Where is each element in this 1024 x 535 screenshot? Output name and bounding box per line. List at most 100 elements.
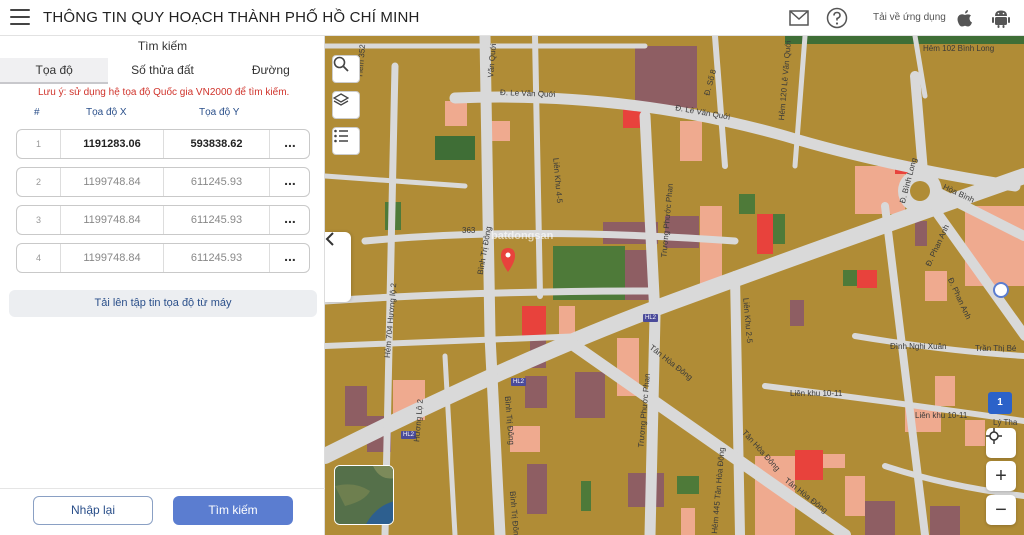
- chevron-left-icon: [325, 232, 334, 246]
- parcel-pink: [445, 101, 467, 126]
- menu-icon[interactable]: [10, 9, 30, 25]
- row-index: 2: [17, 168, 61, 196]
- map-layers-button[interactable]: [332, 91, 360, 119]
- help-icon[interactable]: [826, 7, 848, 29]
- row-more-button[interactable]: ...: [270, 244, 310, 272]
- panel-divider: [0, 488, 325, 489]
- coordinate-row: 3 1199748.84 611245.93 ...: [16, 205, 310, 235]
- street-label: Liên khu 10-11: [915, 411, 968, 420]
- basemap-switcher[interactable]: [334, 465, 394, 525]
- position-marker-icon: [993, 282, 1009, 298]
- column-header-y: Tọa độ Y: [199, 107, 240, 118]
- coordinate-system-note: Lưu ý: sử dụng hệ tọa độ Quốc gia VN2000…: [38, 87, 290, 98]
- row-more-button[interactable]: ...: [270, 206, 310, 234]
- satellite-thumbnail: [335, 466, 393, 524]
- coordinate-row: 1 1191283.06 593838.62 ...: [16, 129, 310, 159]
- location-pin-icon: [501, 248, 515, 272]
- x-coordinate-input[interactable]: 1199748.84: [61, 244, 164, 272]
- map-search-button[interactable]: [332, 55, 360, 83]
- street-label: 363: [462, 226, 476, 235]
- parcel-green: [677, 476, 699, 494]
- parcel-pink: [935, 376, 955, 406]
- planning-map[interactable]: HL2 HL2 HL2 Đ. Le Văn Quới Đ. Lê Văn Quớ…: [325, 36, 1024, 535]
- parcel-mauve: [930, 506, 960, 535]
- road-badge-hl2: HL2: [643, 314, 659, 322]
- download-app-label: Tải về ứng dụng: [873, 12, 946, 23]
- x-coordinate-input[interactable]: 1199748.84: [61, 206, 164, 234]
- road-badge-hl2: HL2: [511, 378, 527, 386]
- street-label: Trần Thị Bé: [975, 344, 1017, 353]
- parcel-mauve: [575, 372, 605, 418]
- parcel-pink: [823, 454, 845, 468]
- map-legend-button[interactable]: [332, 127, 360, 155]
- mail-icon[interactable]: [789, 9, 809, 27]
- parcel-pink: [845, 476, 865, 516]
- watermark-logo: batdongsan: [491, 230, 554, 242]
- parcel-pink: [925, 271, 947, 301]
- y-coordinate-input[interactable]: 611245.93: [164, 206, 270, 234]
- parcel-pink: [680, 121, 702, 161]
- row-index: 4: [17, 244, 61, 272]
- street-label: Hẻm 102 Bình Long: [923, 44, 995, 53]
- search-icon: [333, 56, 349, 72]
- search-panel: Tìm kiếm Tọa độ Số thửa đất Đường Lưu ý:…: [0, 36, 325, 535]
- panel-title: Tìm kiếm: [137, 39, 188, 53]
- list-icon: [334, 129, 348, 143]
- parcel-pink: [965, 420, 985, 446]
- parcel-green: [843, 270, 857, 286]
- y-coordinate-input[interactable]: 611245.93: [164, 244, 270, 272]
- street-label: Đ. Le Văn Quới: [499, 88, 556, 99]
- x-coordinate-input[interactable]: 1199748.84: [61, 168, 164, 196]
- parcel-green: [739, 194, 755, 214]
- upload-coordinates-button[interactable]: Tải lên tập tin tọa độ từ máy: [9, 290, 317, 317]
- street-label: Đình Nghi Xuân: [890, 342, 947, 351]
- search-button[interactable]: Tìm kiếm: [173, 496, 293, 525]
- reset-button[interactable]: Nhập lại: [33, 496, 153, 525]
- parcel-green: [435, 136, 475, 160]
- location-pin-dot: [505, 252, 511, 258]
- parcel-mauve: [635, 46, 697, 108]
- row-index: 3: [17, 206, 61, 234]
- column-header-x: Tọa độ X: [86, 107, 127, 118]
- android-icon[interactable]: [991, 7, 1011, 29]
- parcel-pink: [681, 508, 695, 535]
- zoom-out-button[interactable]: −: [986, 495, 1016, 525]
- row-index: 1: [17, 130, 61, 158]
- parcel-mauve: [527, 464, 547, 514]
- parcel-mauve: [790, 300, 804, 326]
- parcel-green: [581, 481, 591, 511]
- parcel-red: [795, 450, 823, 480]
- parcel-red: [857, 270, 877, 288]
- tab-coordinates[interactable]: Tọa độ: [0, 58, 109, 84]
- y-coordinate-input[interactable]: 611245.93: [164, 168, 270, 196]
- coordinate-row: 4 1199748.84 611245.93 ...: [16, 243, 310, 273]
- layers-icon: [333, 93, 349, 106]
- street-label: Liên khu 10-11: [790, 389, 843, 398]
- y-coordinate-input[interactable]: 593838.62: [164, 130, 270, 158]
- zoom-in-button[interactable]: +: [986, 461, 1016, 491]
- column-header-index: #: [34, 107, 40, 118]
- parcel-mauve: [865, 501, 895, 535]
- row-more-button[interactable]: ...: [270, 168, 310, 196]
- parcel-mauve: [345, 386, 367, 426]
- app-header: THÔNG TIN QUY HOẠCH THÀNH PHỐ HỒ CHÍ MIN…: [0, 0, 1024, 36]
- collapse-panel-button[interactable]: [325, 232, 351, 302]
- locate-button[interactable]: [986, 428, 1016, 458]
- row-more-button[interactable]: ...: [270, 130, 310, 158]
- parcel-red: [522, 306, 546, 336]
- apple-icon[interactable]: [955, 7, 975, 29]
- tab-parcel-number[interactable]: Số thửa đất: [108, 58, 216, 84]
- layer-count-badge[interactable]: 1: [988, 392, 1012, 414]
- crosshair-icon: [986, 428, 1002, 444]
- roundabout-center: [910, 181, 930, 201]
- tab-street[interactable]: Đường: [217, 58, 325, 84]
- parcel-green: [773, 214, 785, 244]
- app-title: THÔNG TIN QUY HOẠCH THÀNH PHỐ HỒ CHÍ MIN…: [43, 9, 420, 26]
- coordinate-row: 2 1199748.84 611245.93 ...: [16, 167, 310, 197]
- street-label: Lý Tha: [993, 418, 1018, 427]
- parcel-red: [757, 214, 773, 254]
- parcel-mauve: [915, 221, 927, 246]
- search-tabs: Tọa độ Số thửa đất Đường: [0, 58, 325, 84]
- x-coordinate-input[interactable]: 1191283.06: [61, 130, 164, 158]
- parcel-mauve: [525, 376, 547, 408]
